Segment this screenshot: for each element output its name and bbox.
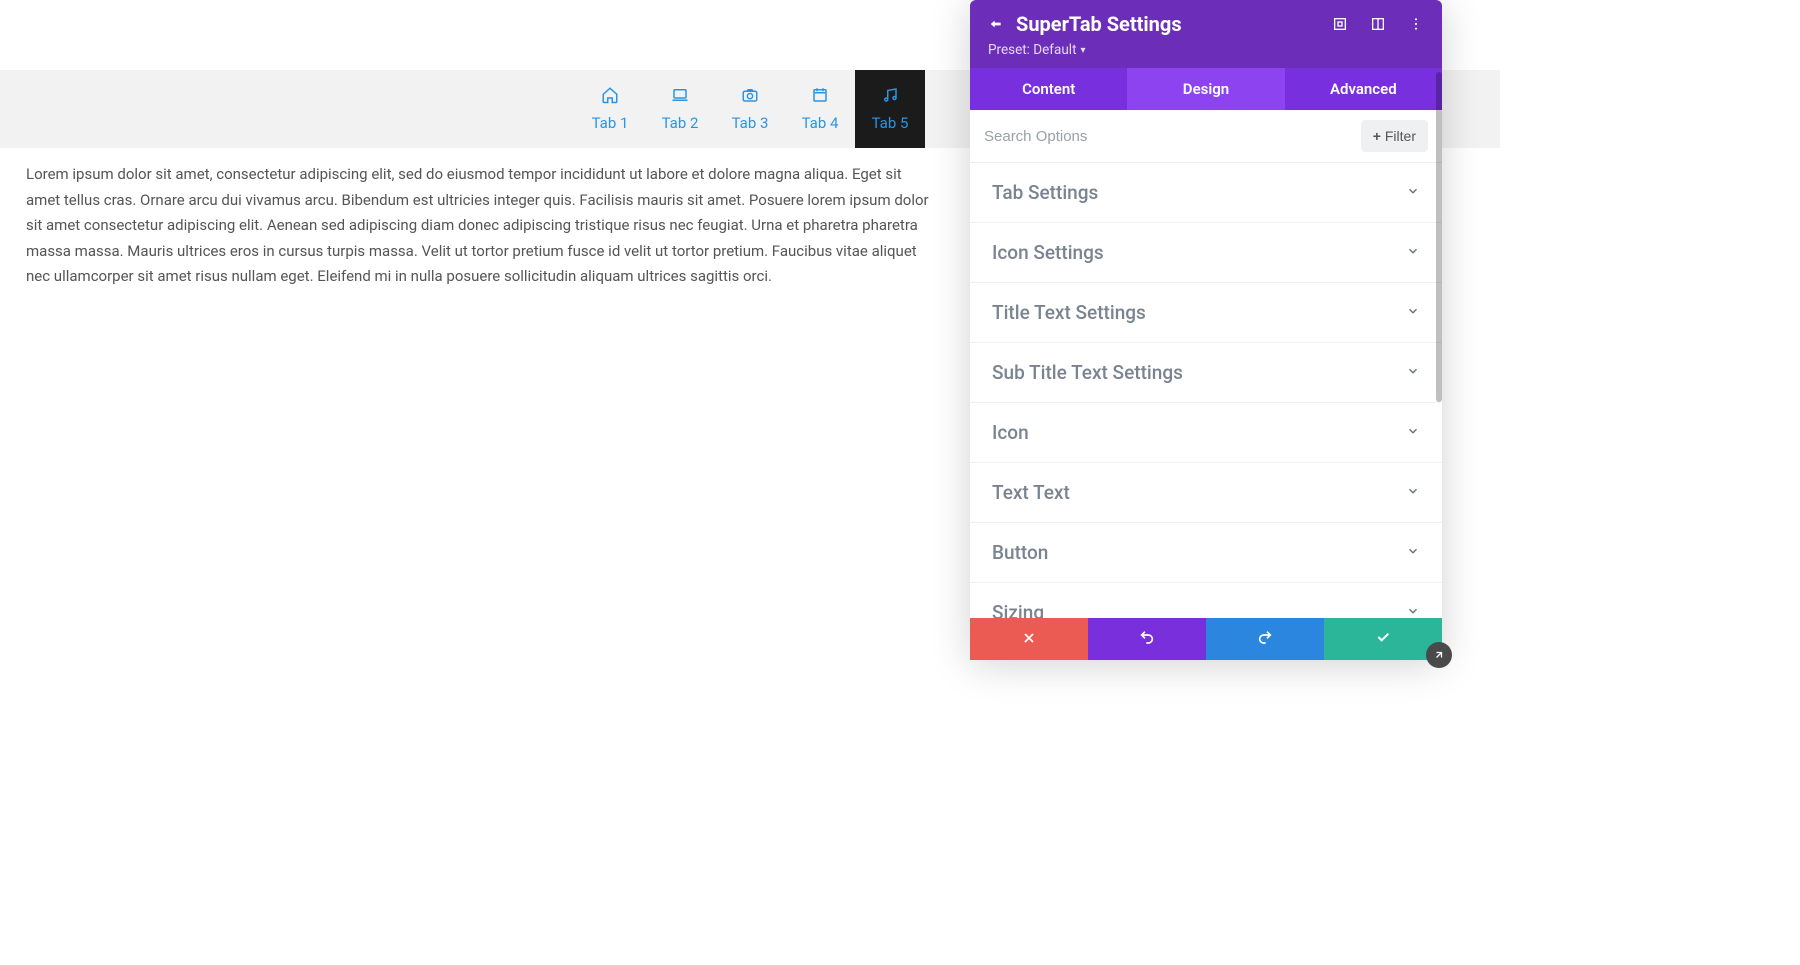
panel-footer bbox=[970, 618, 1442, 660]
more-icon[interactable] bbox=[1408, 16, 1424, 32]
panel-title: SuperTab Settings bbox=[1016, 12, 1320, 36]
preset-selector[interactable]: Preset: Default ▾ bbox=[988, 42, 1086, 58]
tab-5[interactable]: Tab 5 bbox=[855, 70, 925, 148]
preset-label: Preset: Default bbox=[988, 42, 1076, 58]
panel-tab-advanced[interactable]: Advanced bbox=[1285, 68, 1442, 110]
tab-content-body: Lorem ipsum dolor sit amet, consectetur … bbox=[0, 148, 960, 304]
close-icon bbox=[1022, 630, 1036, 649]
section-title: Sub Title Text Settings bbox=[992, 361, 1183, 384]
chevron-down-icon bbox=[1406, 543, 1420, 562]
panel-tab-content[interactable]: Content bbox=[970, 68, 1127, 110]
search-row: + Filter bbox=[970, 110, 1442, 163]
sections-list[interactable]: Tab Settings Icon Settings Title Text Se… bbox=[970, 163, 1442, 660]
columns-icon[interactable] bbox=[1370, 16, 1386, 32]
section-title: Text Text bbox=[992, 481, 1070, 504]
chevron-down-icon bbox=[1406, 183, 1420, 202]
panel-header: SuperTab Settings Preset: Default ▾ bbox=[970, 0, 1442, 68]
redo-icon bbox=[1257, 629, 1273, 649]
chevron-down-icon bbox=[1406, 483, 1420, 502]
music-icon bbox=[881, 86, 899, 108]
undo-button[interactable] bbox=[1088, 618, 1206, 660]
filter-label: Filter bbox=[1385, 128, 1416, 144]
chevron-down-icon bbox=[1406, 243, 1420, 262]
tab-label: Tab 1 bbox=[592, 114, 629, 132]
tab-4[interactable]: Tab 4 bbox=[785, 70, 855, 148]
section-icon-settings[interactable]: Icon Settings bbox=[970, 223, 1442, 283]
tab-label: Tab 3 bbox=[732, 114, 769, 132]
tab-2[interactable]: Tab 2 bbox=[645, 70, 715, 148]
caret-down-icon: ▾ bbox=[1080, 45, 1085, 56]
resize-icon bbox=[1433, 646, 1445, 665]
tab-label: Tab 2 bbox=[662, 114, 699, 132]
settings-panel: SuperTab Settings Preset: Default ▾ Cont… bbox=[970, 0, 1442, 660]
expand-icon[interactable] bbox=[1332, 16, 1348, 32]
tab-label: Tab 5 bbox=[872, 114, 909, 132]
back-icon[interactable] bbox=[988, 16, 1004, 32]
plus-icon: + bbox=[1373, 128, 1381, 144]
section-title-text-settings[interactable]: Title Text Settings bbox=[970, 283, 1442, 343]
section-button[interactable]: Button bbox=[970, 523, 1442, 583]
undo-icon bbox=[1139, 629, 1155, 649]
panel-tabs: Content Design Advanced bbox=[970, 68, 1442, 110]
section-icon[interactable]: Icon bbox=[970, 403, 1442, 463]
section-title: Button bbox=[992, 541, 1048, 564]
section-title: Tab Settings bbox=[992, 181, 1098, 204]
search-input[interactable] bbox=[984, 128, 1361, 145]
check-icon bbox=[1375, 629, 1391, 649]
tab-3[interactable]: Tab 3 bbox=[715, 70, 785, 148]
tab-label: Tab 4 bbox=[802, 114, 839, 132]
calendar-icon bbox=[811, 86, 829, 108]
panel-tab-design[interactable]: Design bbox=[1127, 68, 1284, 110]
camera-icon bbox=[741, 86, 759, 108]
redo-button[interactable] bbox=[1206, 618, 1324, 660]
tab-1[interactable]: Tab 1 bbox=[575, 70, 645, 148]
section-tab-settings[interactable]: Tab Settings bbox=[970, 163, 1442, 223]
laptop-icon bbox=[671, 86, 689, 108]
chevron-down-icon bbox=[1406, 363, 1420, 382]
chevron-down-icon bbox=[1406, 423, 1420, 442]
save-button[interactable] bbox=[1324, 618, 1442, 660]
section-title: Title Text Settings bbox=[992, 301, 1146, 324]
section-title: Icon Settings bbox=[992, 241, 1104, 264]
section-subtitle-text-settings[interactable]: Sub Title Text Settings bbox=[970, 343, 1442, 403]
chevron-down-icon bbox=[1406, 303, 1420, 322]
section-text-text[interactable]: Text Text bbox=[970, 463, 1442, 523]
home-icon bbox=[601, 86, 619, 108]
resize-handle[interactable] bbox=[1426, 642, 1452, 668]
cancel-button[interactable] bbox=[970, 618, 1088, 660]
filter-button[interactable]: + Filter bbox=[1361, 120, 1428, 152]
section-title: Icon bbox=[992, 421, 1029, 444]
